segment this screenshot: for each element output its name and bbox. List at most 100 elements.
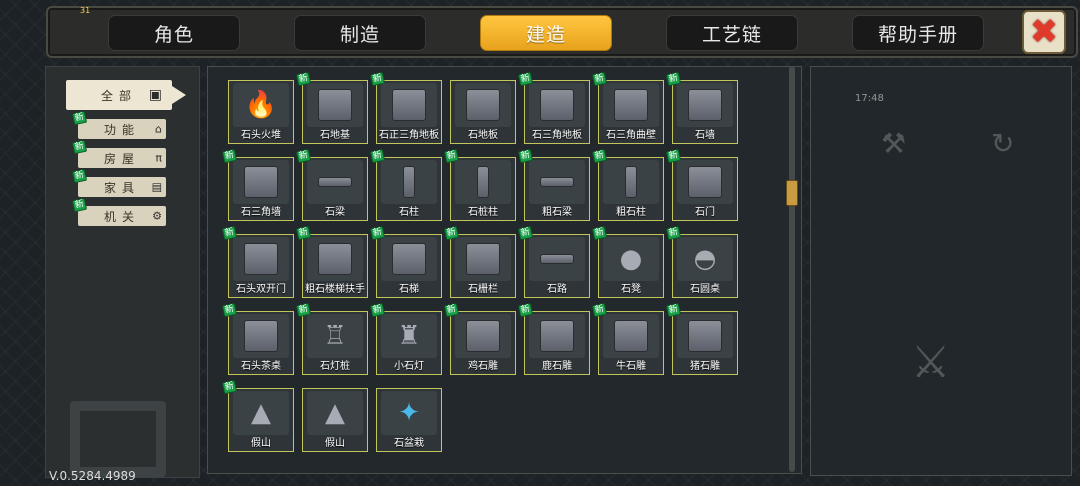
new-badge: 新 <box>71 197 88 213</box>
build-item-name: 石三角墙 <box>241 207 281 218</box>
tab-help-manual[interactable]: 帮助手册 <box>852 15 984 51</box>
house-icon: ⌂ <box>155 122 162 136</box>
door-icon <box>677 160 733 204</box>
build-item-slot[interactable]: 石正三角地板新 <box>369 71 442 144</box>
build-item-slot[interactable]: 鸡石雕新 <box>443 302 516 375</box>
pig-statue-icon <box>677 314 733 358</box>
build-item-name: 假山 <box>325 438 345 449</box>
build-item-slot[interactable]: 石栅栏新 <box>443 225 516 298</box>
curved-wall-icon <box>603 83 659 127</box>
rockery-icon: ▲ <box>233 391 289 435</box>
build-item-name: 石头火堆 <box>241 130 281 141</box>
build-item-name: 石路 <box>547 284 567 295</box>
build-item-name: 猪石雕 <box>690 361 720 372</box>
build-item-name: 石柱 <box>399 207 419 218</box>
close-button[interactable]: ✖ <box>1022 10 1066 54</box>
item-grid-scrollbar[interactable] <box>786 66 798 472</box>
build-item-name: 石灯桩 <box>320 361 350 372</box>
category-furniture[interactable]: 新 家具 ▤ <box>71 168 166 197</box>
build-item-name: 石地板 <box>468 130 498 141</box>
bonsai-icon: ✦ <box>381 391 437 435</box>
build-item-slot[interactable]: 石头双开门新 <box>221 225 294 298</box>
triangle-wall-icon <box>233 160 289 204</box>
build-item-slot[interactable]: 鹿石雕新 <box>517 302 590 375</box>
build-item-name: 粗石楼梯扶手 <box>305 284 365 295</box>
stairs-icon <box>381 237 437 281</box>
decorative-pattern <box>70 401 166 477</box>
build-item-slot[interactable]: ▲ 假山 <box>302 388 368 452</box>
tab-crafting[interactable]: 制造 <box>294 15 426 51</box>
build-item-slot[interactable]: 石路新 <box>517 225 590 298</box>
tab-building[interactable]: 建造 <box>480 15 612 51</box>
build-item-slot[interactable]: 🔥 石头火堆 <box>228 80 294 144</box>
build-item-name: 假山 <box>251 438 271 449</box>
item-detail-panel: 17:48 ⚒ ↻ ⚔ <box>810 66 1072 476</box>
build-item-name: 石梁 <box>325 207 345 218</box>
build-item-slot[interactable]: 粗石柱新 <box>591 148 664 221</box>
build-item-name: 石正三角地板 <box>379 130 439 141</box>
build-item-slot[interactable]: 石头茶桌新 <box>221 302 294 375</box>
build-item-name: 石栅栏 <box>468 284 498 295</box>
build-item-name: 石头茶桌 <box>241 361 281 372</box>
build-item-name: 石凳 <box>621 284 641 295</box>
build-item-slot[interactable]: ✦ 石盆栽 <box>376 388 442 452</box>
build-item-slot[interactable]: 牛石雕新 <box>591 302 664 375</box>
build-item-slot[interactable]: ♜ 小石灯新 <box>369 302 442 375</box>
build-item-slot[interactable]: 粗石梁新 <box>517 148 590 221</box>
build-item-name: 石盆栽 <box>394 438 424 449</box>
round-table-icon: ◓ <box>677 237 733 281</box>
tab-craft-chain[interactable]: 工艺链 <box>666 15 798 51</box>
tab-label: 角色 <box>153 23 194 46</box>
build-item-slot[interactable]: 粗石楼梯扶手新 <box>295 225 368 298</box>
build-item-name: 鸡石雕 <box>468 361 498 372</box>
build-item-slot[interactable]: ◓ 石圆桌新 <box>665 225 738 298</box>
category-label: 机关 <box>103 209 140 224</box>
build-item-slot[interactable]: 石三角墙新 <box>221 148 294 221</box>
build-item-slot[interactable]: ● 石凳新 <box>591 225 664 298</box>
build-item-slot[interactable]: 石地基新 <box>295 71 368 144</box>
category-label: 房屋 <box>103 151 140 166</box>
build-item-name: 石梯 <box>399 284 419 295</box>
build-item-slot[interactable]: 猪石雕新 <box>665 302 738 375</box>
scrollbar-thumb[interactable] <box>786 180 798 206</box>
category-label: 功能 <box>103 122 140 137</box>
gate-icon: π <box>155 151 162 165</box>
category-house[interactable]: 新 房屋 π <box>71 139 166 168</box>
build-item-slot[interactable]: 石三角地板新 <box>517 71 590 144</box>
build-item-slot[interactable]: ♖ 石灯桩新 <box>295 302 368 375</box>
category-function[interactable]: 新 功能 ⌂ <box>71 110 166 139</box>
cabinet-icon: ▤ <box>151 180 162 194</box>
build-item-slot[interactable]: 石门新 <box>665 148 738 221</box>
category-all[interactable]: 全部 ▣ <box>66 80 186 110</box>
category-mechanism[interactable]: 新 机关 ⚙ <box>71 197 166 226</box>
build-item-slot[interactable]: 石柱新 <box>369 148 442 221</box>
hammer-icon: ⚒ <box>881 127 907 160</box>
build-item-slot[interactable]: 石地板 <box>450 80 516 144</box>
top-tab-bar: 31 角色 制造 建造 工艺链 帮助手册 ✖ <box>46 6 1078 58</box>
build-item-name: 石头双开门 <box>236 284 286 295</box>
beam-icon <box>529 160 585 204</box>
build-item-name: 石三角地板 <box>532 130 582 141</box>
hud-time: 17:48 <box>855 93 884 104</box>
build-item-slot[interactable]: 石梯新 <box>369 225 442 298</box>
fence-icon <box>455 237 511 281</box>
version-label: V.0.5284.4989 <box>49 469 136 483</box>
build-item-slot[interactable]: 石梁新 <box>295 148 368 221</box>
handrail-icon <box>307 237 363 281</box>
build-item-slot[interactable]: ▲ 假山新 <box>221 379 294 452</box>
build-item-slot[interactable]: 石三角曲壁新 <box>591 71 664 144</box>
triangle-floor-icon <box>529 83 585 127</box>
path-icon <box>529 237 585 281</box>
double-door-icon <box>233 237 289 281</box>
build-item-slot[interactable]: 石墙新 <box>665 71 738 144</box>
close-icon: ✖ <box>1029 12 1059 52</box>
build-item-slot[interactable]: 石桩柱新 <box>443 148 516 221</box>
build-item-name: 石门 <box>695 207 715 218</box>
foundation-icon <box>307 83 363 127</box>
player-level: 31 <box>80 6 91 15</box>
build-item-name: 小石灯 <box>394 361 424 372</box>
tab-character[interactable]: 角色 <box>108 15 240 51</box>
cow-statue-icon <box>603 314 659 358</box>
grid-icon: ▣ <box>148 87 162 103</box>
build-item-name: 粗石柱 <box>616 207 646 218</box>
